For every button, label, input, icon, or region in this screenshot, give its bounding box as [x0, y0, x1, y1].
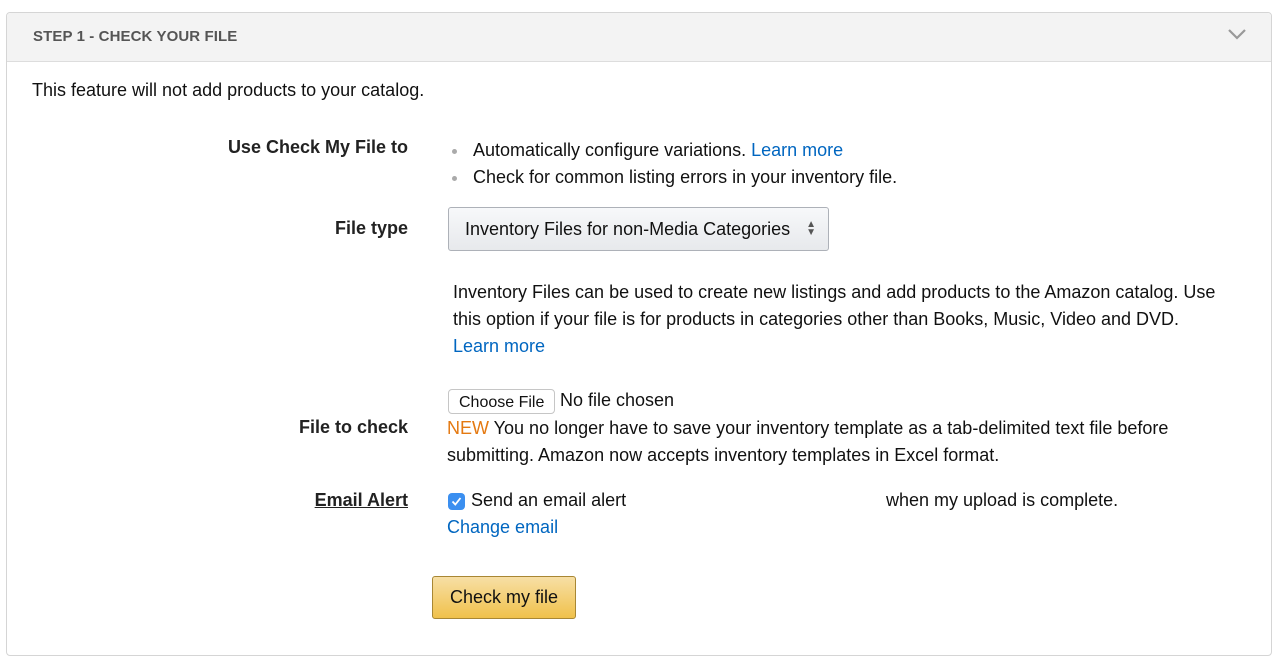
file-type-select[interactable]: Inventory Files for non-Media Categories…: [448, 207, 829, 251]
file-type-selected: Inventory Files for non-Media Categories: [465, 219, 791, 239]
list-item: Check for common listing errors in your …: [450, 164, 897, 191]
check-my-file-button[interactable]: Check my file: [432, 576, 576, 619]
select-arrows-icon: ▲ ▼: [806, 219, 816, 238]
file-type-description: Inventory Files can be used to create ne…: [453, 282, 1216, 356]
excel-format-note: NEW You no longer have to save your inve…: [447, 418, 1169, 465]
file-to-check-label: File to check: [298, 417, 408, 437]
use-check-list: Automatically configure variations. Lear…: [450, 137, 897, 191]
use-check-label: Use Check My File to: [227, 137, 408, 157]
choose-file-button[interactable]: Choose File: [448, 389, 556, 414]
checkmark-icon: [451, 497, 462, 506]
email-alert-label[interactable]: Email Alert: [28, 490, 408, 511]
new-badge: NEW: [447, 418, 489, 438]
panel-title: STEP 1 - CHECK YOUR FILE: [33, 28, 238, 45]
learn-more-file-type-link[interactable]: Learn more: [453, 336, 545, 356]
file-status: No file chosen: [560, 390, 675, 410]
file-type-label: File type: [334, 218, 408, 238]
intro-text: This feature will not add products to yo…: [32, 80, 425, 100]
email-alert-checkbox[interactable]: [448, 493, 465, 510]
upload-complete-text: when my upload is complete.: [886, 490, 1119, 510]
learn-more-variations-link[interactable]: Learn more: [751, 140, 843, 160]
panel-header[interactable]: STEP 1 - CHECK YOUR FILE: [7, 13, 1271, 62]
send-alert-text: Send an email alert: [471, 490, 627, 510]
list-item: Automatically configure variations. Lear…: [450, 137, 897, 164]
chevron-down-icon[interactable]: [1227, 27, 1247, 41]
change-email-link[interactable]: Change email: [447, 517, 558, 538]
